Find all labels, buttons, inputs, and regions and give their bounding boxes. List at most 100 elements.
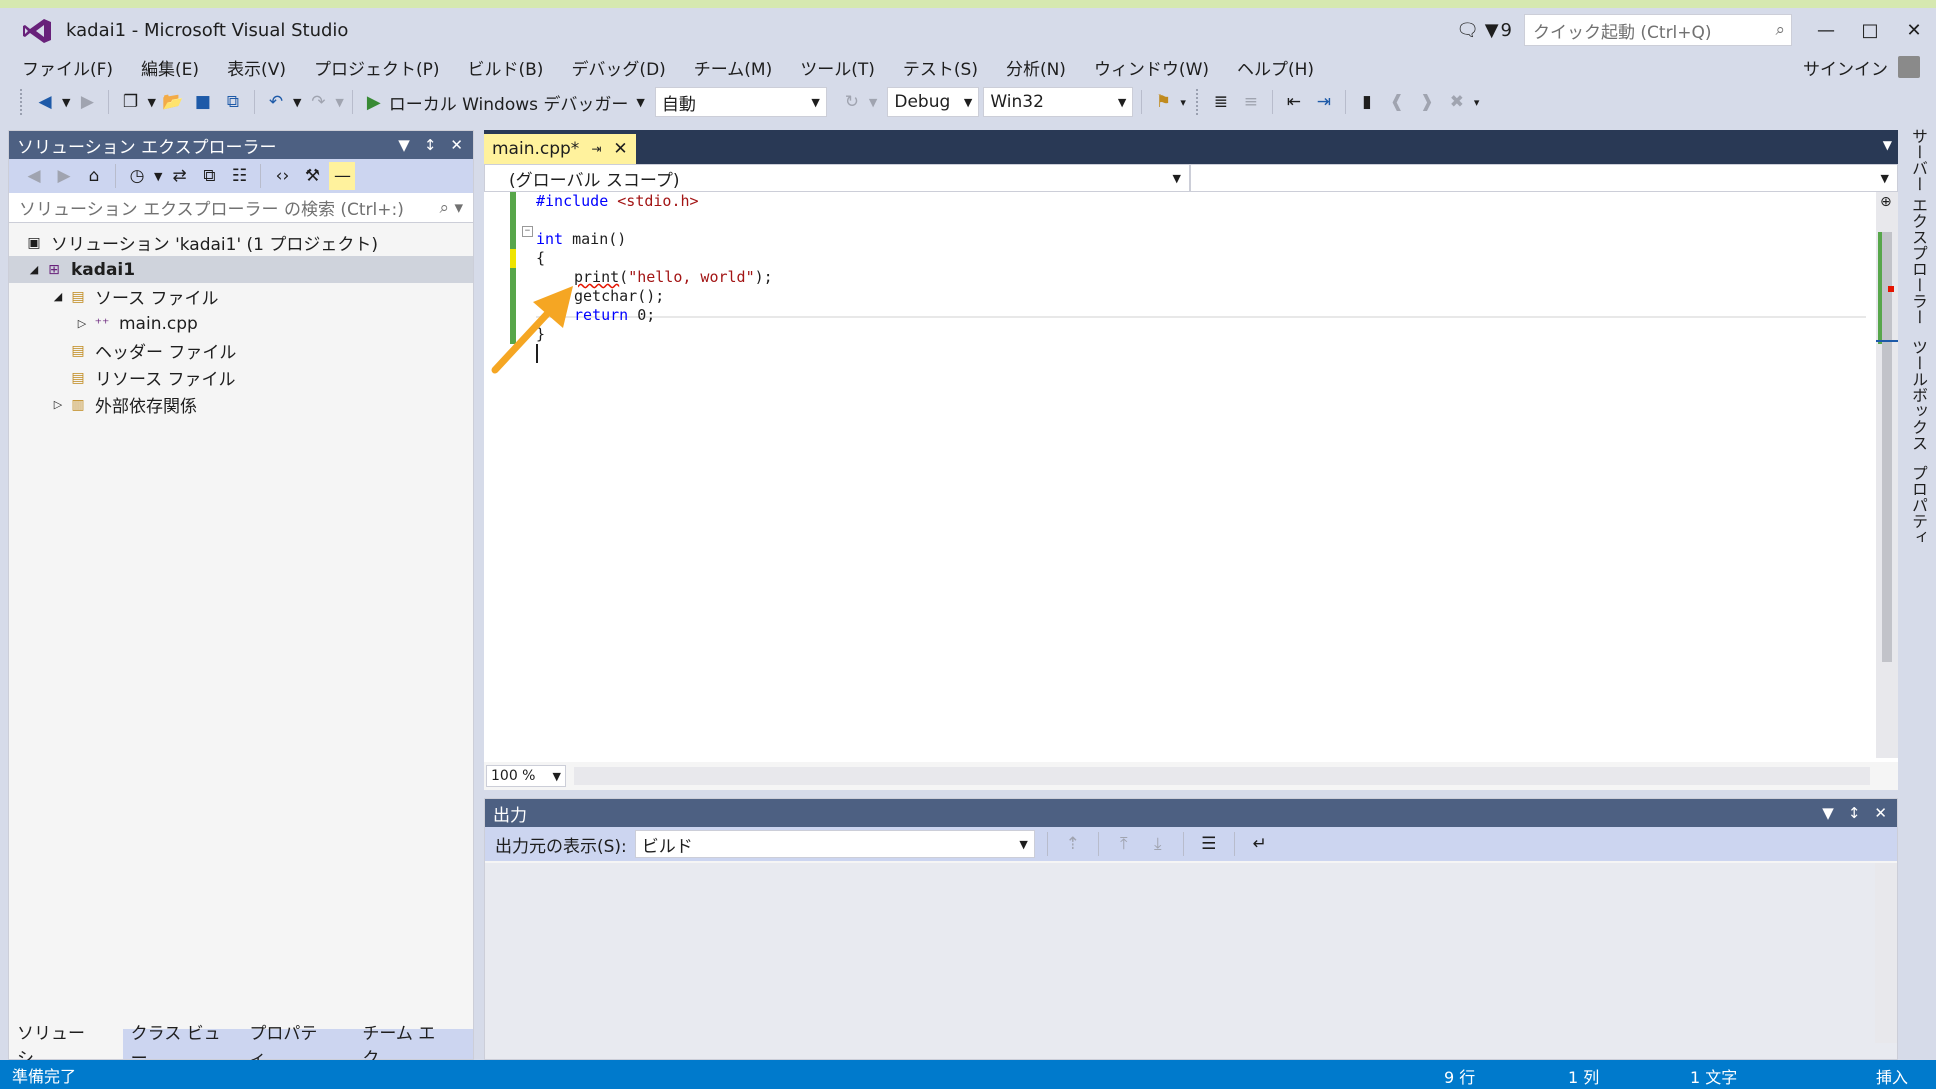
comment-icon[interactable]: ≣ xyxy=(1208,88,1234,116)
solution-search-input[interactable]: ソリューション エクスプローラー の検索 (Ctrl+:) ⌕ ▾ xyxy=(9,193,473,223)
clear-bookmarks-icon[interactable]: ✖ xyxy=(1444,88,1470,116)
next-message-icon[interactable]: ⤓ xyxy=(1145,830,1171,858)
indent-icon[interactable]: ⇥ xyxy=(1311,88,1337,116)
undo-icon[interactable]: ↶ xyxy=(263,88,289,116)
tab-solution-explorer[interactable]: ソリューシ… xyxy=(9,1024,123,1069)
close-icon[interactable]: ✕ xyxy=(613,139,627,159)
chevron-down-icon[interactable]: ▼ xyxy=(62,96,70,109)
chevron-down-icon[interactable]: ▾ xyxy=(1180,96,1186,109)
back-icon[interactable]: ◀ xyxy=(21,162,47,190)
view-code-icon[interactable]: ‹› xyxy=(269,162,295,190)
menu-help[interactable]: ヘルプ(H) xyxy=(1223,55,1328,80)
output-text-area[interactable] xyxy=(485,863,1897,1059)
editor-vertical-scrollbar[interactable]: ⊕ xyxy=(1876,192,1898,758)
menu-edit[interactable]: 編集(E) xyxy=(127,55,213,80)
tab-main-cpp[interactable]: main.cpp* ⇥ ✕ xyxy=(484,134,636,164)
close-icon[interactable]: ✕ xyxy=(1874,804,1887,822)
quick-launch-input[interactable]: クイック起動 (Ctrl+Q) ⌕ xyxy=(1524,14,1792,46)
previous-message-icon[interactable]: ⤒ xyxy=(1111,830,1137,858)
collapse-all-icon[interactable]: ⧉ xyxy=(196,162,222,190)
feedback-icon[interactable]: 🗨 xyxy=(1451,14,1485,46)
zoom-combo[interactable]: 100 % ▼ xyxy=(486,765,566,787)
solution-configuration-combo[interactable]: Debug ▼ xyxy=(887,87,980,117)
expanded-triangle-icon[interactable]: ◢ xyxy=(49,290,67,303)
tree-item-main-cpp[interactable]: ▷ ⁺⁺ main.cpp xyxy=(9,310,473,337)
chevron-down-icon[interactable]: ▼ xyxy=(147,96,155,109)
menu-team[interactable]: チーム(M) xyxy=(680,55,786,80)
collapsed-triangle-icon[interactable]: ▷ xyxy=(73,317,91,330)
expanded-triangle-icon[interactable]: ◢ xyxy=(25,263,43,276)
scrollbar-thumb[interactable] xyxy=(1882,232,1892,662)
collapse-toggle[interactable]: − xyxy=(522,226,533,237)
menu-file[interactable]: ファイル(F) xyxy=(8,55,127,80)
chevron-down-icon[interactable]: ▼ xyxy=(335,96,343,109)
solution-platform-combo[interactable]: Win32 ▼ xyxy=(983,87,1134,117)
uncomment-icon[interactable]: ≡ xyxy=(1238,88,1264,116)
sync-icon[interactable]: ⇄ xyxy=(166,162,192,190)
tree-item-header-files[interactable]: ▤ ヘッダー ファイル xyxy=(9,337,473,364)
split-icon[interactable]: ⊕ xyxy=(1880,194,1892,210)
menu-view[interactable]: 表示(V) xyxy=(213,55,300,80)
auto-combo[interactable]: 自動 ▼ xyxy=(654,87,827,117)
refresh-icon[interactable]: ↻ xyxy=(839,88,865,116)
save-all-icon[interactable]: ⧉ xyxy=(220,88,246,116)
pin-icon[interactable]: ↕ xyxy=(1848,804,1861,822)
redo-icon[interactable]: ↷ xyxy=(305,88,331,116)
preview-selected-icon[interactable]: — xyxy=(329,162,356,190)
word-wrap-icon[interactable]: ↵ xyxy=(1247,830,1273,858)
menu-build[interactable]: ビルド(B) xyxy=(454,55,558,80)
show-all-files-icon[interactable]: ☷ xyxy=(226,162,252,190)
editor-horizontal-scrollbar[interactable] xyxy=(574,767,1870,785)
navigate-forward-icon[interactable]: ▶ xyxy=(74,88,100,116)
pin-icon[interactable]: ↕ xyxy=(424,136,437,154)
clear-all-icon[interactable]: ☰ xyxy=(1196,830,1222,858)
tree-item-source-files[interactable]: ◢ ▤ ソース ファイル xyxy=(9,283,473,310)
new-project-icon[interactable]: ❐ xyxy=(117,88,143,116)
sign-in-link[interactable]: サインイン xyxy=(1803,55,1888,80)
tree-item-solution[interactable]: ▣ ソリューション 'kadai1' (1 プロジェクト) xyxy=(9,229,473,256)
find-message-icon[interactable]: ⇡ xyxy=(1060,830,1086,858)
tree-item-resource-files[interactable]: ▤ リソース ファイル xyxy=(9,364,473,391)
save-icon[interactable]: ■ xyxy=(190,88,216,116)
forward-icon[interactable]: ▶ xyxy=(51,162,77,190)
menu-tools[interactable]: ツール(T) xyxy=(786,55,889,80)
menu-project[interactable]: プロジェクト(P) xyxy=(300,55,454,80)
toolbar-grip[interactable] xyxy=(20,89,24,115)
tab-class-view[interactable]: クラス ビュー xyxy=(123,1024,242,1069)
tab-server-explorer[interactable]: サーバー エクスプローラー xyxy=(1906,128,1930,325)
code-text-area[interactable]: − #include <stdio.h> int main() { print(… xyxy=(484,192,1898,758)
chevron-down-icon[interactable]: ▼ xyxy=(869,96,877,109)
navigate-back-icon[interactable]: ◀ xyxy=(32,88,58,116)
menu-analyze[interactable]: 分析(N) xyxy=(992,55,1080,80)
output-vertical-scrollbar[interactable] xyxy=(1875,863,1897,1043)
tab-toolbox[interactable]: ツールボックス xyxy=(1906,339,1930,451)
chevron-down-icon[interactable]: ▼ xyxy=(293,96,301,109)
sign-in-area[interactable]: サインイン xyxy=(1803,52,1920,82)
start-debugging-button[interactable]: ▶ ローカル Windows デバッガー ▼ xyxy=(361,88,651,116)
next-bookmark-icon[interactable]: ❱ xyxy=(1414,88,1440,116)
scope-combo[interactable]: (グローバル スコープ) ▼ xyxy=(484,164,1190,192)
find-in-files-icon[interactable]: ⚑ xyxy=(1150,88,1176,116)
maximize-button[interactable]: □ xyxy=(1848,14,1892,46)
bookmark-icon[interactable]: ▮ xyxy=(1354,88,1380,116)
chevron-down-icon[interactable]: ▼ xyxy=(1883,138,1892,152)
previous-bookmark-icon[interactable]: ❰ xyxy=(1384,88,1410,116)
output-source-combo[interactable]: ビルド ▼ xyxy=(634,830,1035,858)
close-button[interactable]: ✕ xyxy=(1892,14,1936,46)
outdent-icon[interactable]: ⇤ xyxy=(1281,88,1307,116)
member-combo[interactable]: ▼ xyxy=(1190,164,1898,192)
tab-properties[interactable]: プロパティ xyxy=(1906,465,1930,545)
close-icon[interactable]: ✕ xyxy=(450,136,463,154)
chevron-down-icon[interactable]: ▼ xyxy=(398,136,410,154)
chevron-down-icon[interactable]: ▼ xyxy=(1822,804,1834,822)
history-icon[interactable]: ◷ xyxy=(124,162,150,190)
tree-item-project[interactable]: ◢ ⊞ kadai1 xyxy=(9,256,473,283)
properties-wrench-icon[interactable]: ⚒ xyxy=(299,162,325,190)
chevron-down-icon[interactable]: ▼ xyxy=(154,170,162,183)
pin-icon[interactable]: ⇥ xyxy=(591,142,601,156)
open-file-icon[interactable]: 📂 xyxy=(160,88,186,116)
menu-window[interactable]: ウィンドウ(W) xyxy=(1080,55,1223,80)
minimize-button[interactable]: — xyxy=(1804,14,1848,46)
notifications-button[interactable]: ▼ 9 xyxy=(1485,20,1512,41)
chevron-down-icon[interactable]: ▾ xyxy=(1474,96,1480,109)
